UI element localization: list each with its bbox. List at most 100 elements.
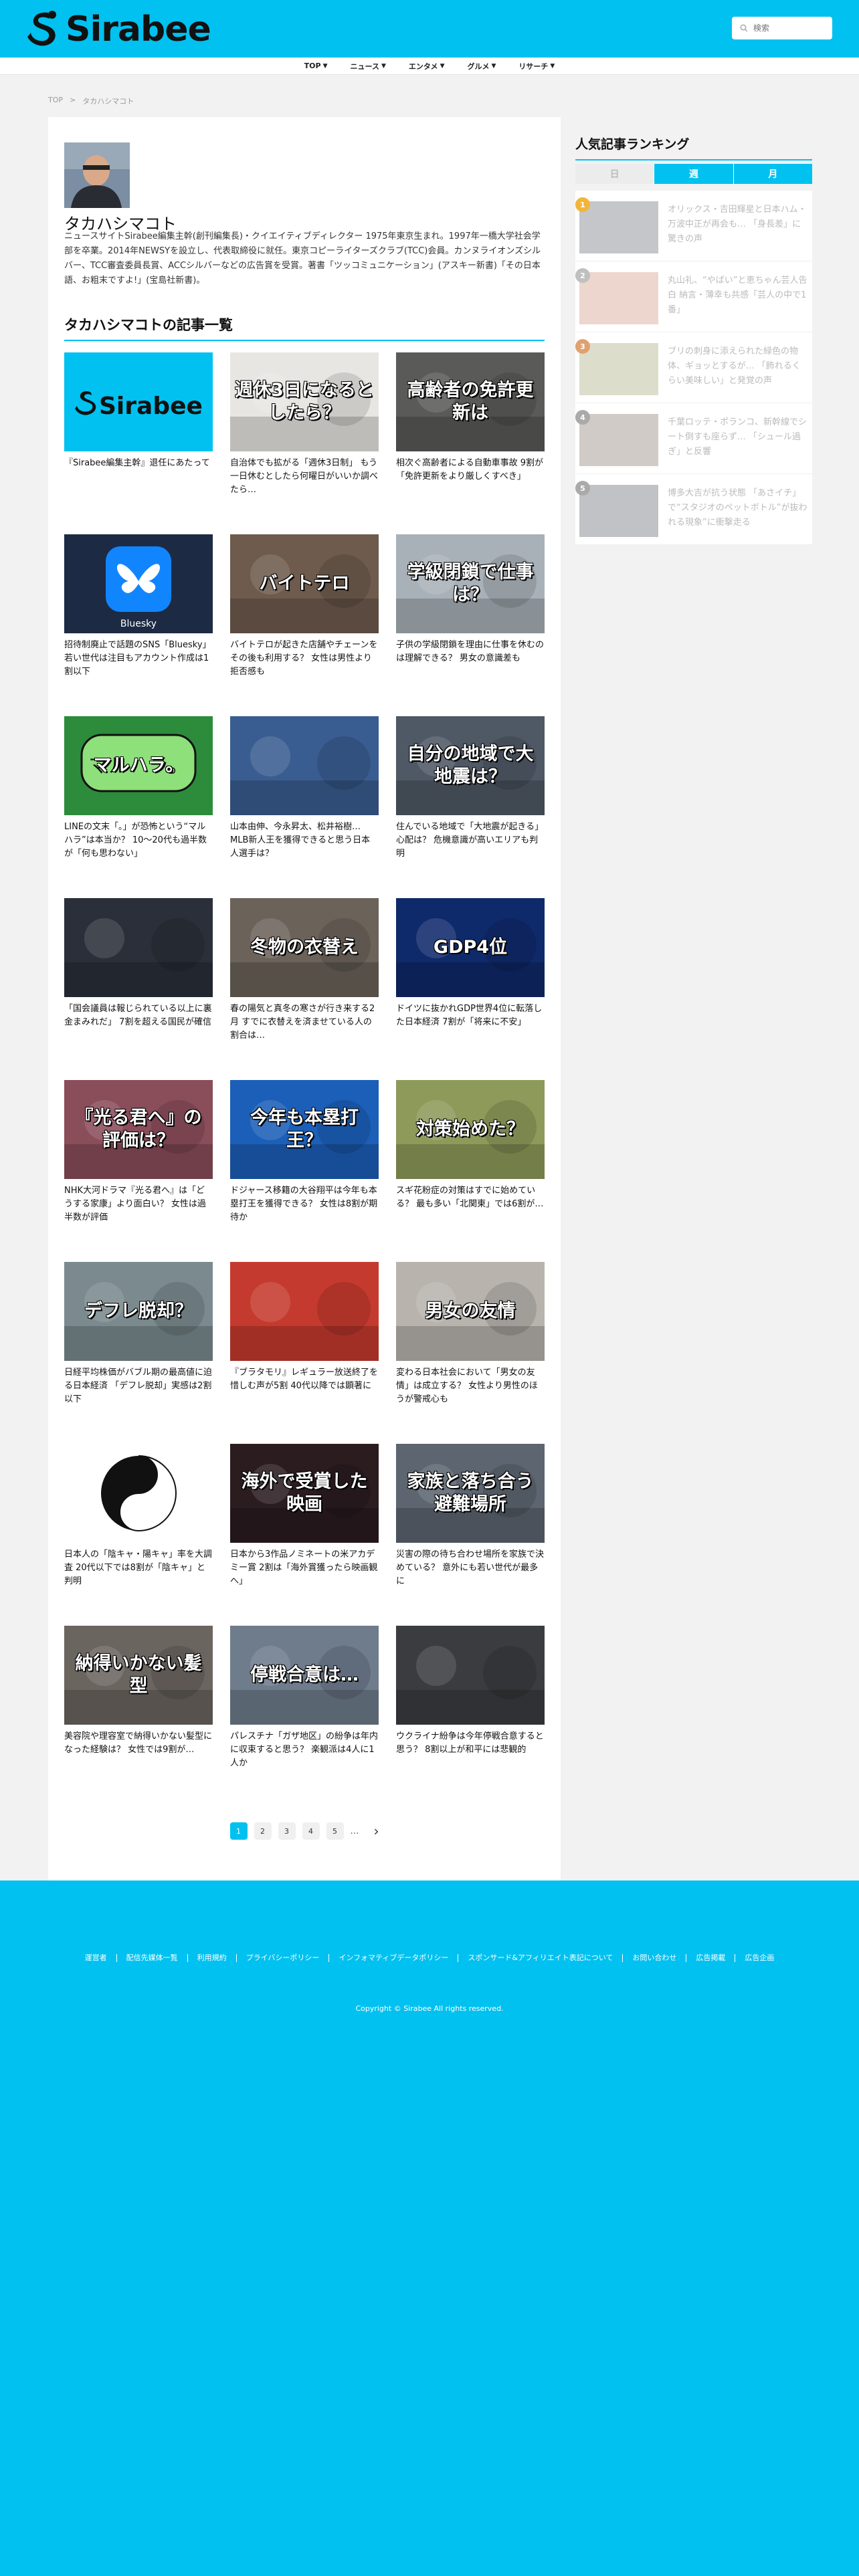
- article-title[interactable]: 『Sirabee編集主幹』退任にあたって: [64, 457, 213, 497]
- footer-link[interactable]: スポンサード&アフィリエイト表記について: [458, 1954, 624, 1962]
- article-thumbnail[interactable]: 『光る君へ』の評価は？: [64, 1080, 213, 1179]
- article-card[interactable]: ウクライナ紛争は今年停戦合意すると思う？ 8割以上が和平には悲観的: [396, 1626, 545, 1770]
- article-title[interactable]: 招待制廃止で話題のSNS「Bluesky」 若い世代は注目もアカウント作成は1割…: [64, 639, 213, 679]
- ranking-thumbnail[interactable]: [579, 343, 658, 395]
- footer-link[interactable]: お問い合わせ: [623, 1954, 687, 1962]
- article-card[interactable]: 学級閉鎖で仕事は？ 子供の学級閉鎖を理由に仕事を休むのは理解できる？ 男女の意識差…: [396, 534, 545, 679]
- article-card[interactable]: バイトテロ バイトテロが起きた店舗やチェーンをその後も利用する？ 女性は男性より拒…: [230, 534, 379, 679]
- article-title[interactable]: 子供の学級閉鎖を理由に仕事を休むのは理解できる？ 男女の意識差も: [396, 639, 545, 679]
- article-thumbnail[interactable]: マルハラ。 マルハラ。: [64, 716, 213, 815]
- ranking-thumbnail[interactable]: [579, 414, 658, 466]
- article-thumbnail[interactable]: 学級閉鎖で仕事は？: [396, 534, 545, 633]
- search-input[interactable]: [753, 18, 827, 38]
- article-thumbnail[interactable]: Bluesky: [64, 534, 213, 633]
- nav-item-entertainment[interactable]: エンタメ ▼: [409, 61, 445, 72]
- footer-link[interactable]: 配信先媒体一覧: [117, 1954, 188, 1962]
- footer-link[interactable]: 広告企画: [735, 1954, 783, 1962]
- article-thumbnail[interactable]: 男女の友情: [396, 1262, 545, 1361]
- article-card[interactable]: 山本由伸、今永昇太、松井裕樹… MLB新人王を獲得できると思う日本人選手は？: [230, 716, 379, 861]
- article-card[interactable]: デフレ脱却？ 日経平均株価がバブル期の最高値に迫る日本経済 「デフレ脱却」実感は2…: [64, 1262, 213, 1406]
- nav-item-research[interactable]: リサーチ ▼: [518, 61, 555, 72]
- ranking-title-text[interactable]: ブリの刺身に添えられた緑色の物体、ギョッとするが… 「飾れるくらい美味しい」と発…: [668, 344, 808, 389]
- article-card[interactable]: Bluesky 招待制廃止で話題のSNS「Bluesky」 若い世代は注目もアカウ…: [64, 534, 213, 679]
- nav-item-gourmet[interactable]: グルメ ▼: [467, 61, 496, 72]
- article-title[interactable]: NHK大河ドラマ『光る君へ』は「どうする家康」より面白い？ 女性は過半数が評価: [64, 1184, 213, 1224]
- article-card[interactable]: 停戦合意は… パレスチナ「ガザ地区」の紛争は年内に収束すると思う？ 楽観派は4人に…: [230, 1626, 379, 1770]
- footer-link[interactable]: 広告掲載: [686, 1954, 736, 1962]
- footer-link[interactable]: 運営者: [76, 1954, 117, 1962]
- search-box[interactable]: [732, 17, 832, 39]
- footer-link[interactable]: 利用規約: [188, 1954, 237, 1962]
- article-title[interactable]: 変わる日本社会において「男女の友情」は成立する？ 女性より男性のほうが警戒心も: [396, 1366, 545, 1406]
- article-card[interactable]: 日本人の「陰キャ・陽キャ」率を大調査 20代以下では8割が「陰キャ」と判明: [64, 1444, 213, 1588]
- ranking-thumbnail[interactable]: [579, 272, 658, 324]
- article-card[interactable]: Sirabee 『Sirabee編集主幹』退任にあたって: [64, 352, 213, 497]
- ranking-title-text[interactable]: 博多大吉が抗う状態 「あさイチ」で“スタジオのペットボトル”が抜われる現象”に衝…: [668, 486, 808, 530]
- article-thumbnail[interactable]: [64, 1444, 213, 1543]
- tab-month[interactable]: 月: [733, 164, 812, 184]
- article-title[interactable]: ウクライナ紛争は今年停戦合意すると思う？ 8割以上が和平には悲観的: [396, 1730, 545, 1770]
- article-card[interactable]: 今年も本塁打王？ ドジャース移籍の大谷翔平は今年も本塁打王を獲得できる？ 女性は8…: [230, 1080, 379, 1224]
- article-title[interactable]: 住んでいる地域で「大地震が起きる」心配は？ 危機意識が高いエリアも判明: [396, 821, 545, 861]
- article-card[interactable]: 海外で受賞した映画日本から3作品ノミネートの米アカデミー賞 2割は「海外賞獲った…: [230, 1444, 379, 1588]
- footer-link[interactable]: プライバシーポリシー: [237, 1954, 330, 1962]
- page-1-button[interactable]: 1: [229, 1822, 248, 1840]
- article-title[interactable]: スギ花粉症の対策はすでに始めている？ 最も多い「北関東」では6割が…: [396, 1184, 545, 1224]
- article-thumbnail[interactable]: Sirabee: [64, 352, 213, 451]
- ranking-item[interactable]: 1 オリックス・吉田輝星と日本ハム・万波中正が再会も… 「身長差」に驚きの声: [575, 191, 812, 261]
- article-title[interactable]: 自治体でも拡がる「週休3日制」 もう一日休むとしたら何曜日がいいか調べたら…: [230, 457, 379, 497]
- article-thumbnail[interactable]: 納得いかない髪型: [64, 1626, 213, 1725]
- article-thumbnail[interactable]: [64, 898, 213, 997]
- footer-link[interactable]: インフォマティブデータポリシー: [329, 1954, 459, 1962]
- article-thumbnail[interactable]: 停戦合意は…: [230, 1626, 379, 1725]
- ranking-title-text[interactable]: 千葉ロッテ・ポランコ、新幹線でシート倒すも座らず… 「シュール過ぎ」と反響: [668, 415, 808, 459]
- ranking-title-text[interactable]: オリックス・吉田輝星と日本ハム・万波中正が再会も… 「身長差」に驚きの声: [668, 203, 808, 247]
- article-card[interactable]: 週休3日になるとしたら？ 自治体でも拡がる「週休3日制」 もう一日休むとしたら何曜…: [230, 352, 379, 497]
- article-title[interactable]: 日経平均株価がバブル期の最高値に迫る日本経済 「デフレ脱却」実感は2割以下: [64, 1366, 213, 1406]
- ranking-title-text[interactable]: 丸山礼、“やばい”と恵ちゃん芸人告白 納言・薄幸も共感「芸人の中で1番」: [668, 274, 808, 318]
- ranking-item[interactable]: 5 博多大吉が抗う状態 「あさイチ」で“スタジオのペットボトル”が抜われる現象”に…: [575, 474, 812, 545]
- article-thumbnail[interactable]: 家族と落ち合う避難場所: [396, 1444, 545, 1543]
- article-title[interactable]: 日本から3作品ノミネートの米アカデミー賞 2割は「海外賞獲ったら映画観へ」: [230, 1548, 379, 1588]
- breadcrumb-home[interactable]: TOP: [48, 96, 63, 106]
- article-title[interactable]: 災害の際の待ち合わせ場所を家族で決めている？ 意外にも若い世代が最多に: [396, 1548, 545, 1588]
- article-card[interactable]: 「国会議員は報じられている以上に裏金まみれだ」 7割を超える国民が確信: [64, 898, 213, 1043]
- article-card[interactable]: 高齢者の免許更新は 相次ぐ高齢者による自動車事故 9割が「免許更新をより厳しくすべ…: [396, 352, 545, 497]
- article-title[interactable]: 春の陽気と真冬の寒さが行き来する2月 すでに衣替えを済ませている人の割合は…: [230, 1002, 379, 1043]
- page-4-button[interactable]: 4: [302, 1822, 320, 1840]
- ranking-item[interactable]: 3 ブリの刺身に添えられた緑色の物体、ギョッとするが… 「飾れるくらい美味しい」と…: [575, 332, 812, 403]
- next-page-icon[interactable]: ›: [374, 1823, 379, 1839]
- page-3-button[interactable]: 3: [278, 1822, 296, 1840]
- nav-item-news[interactable]: ニュース ▼: [351, 61, 386, 72]
- article-thumbnail[interactable]: 自分の地域で大地震は？: [396, 716, 545, 815]
- ranking-thumbnail[interactable]: [579, 485, 658, 537]
- article-card[interactable]: 自分の地域で大地震は？ 住んでいる地域で「大地震が起きる」心配は？ 危機意識が高い…: [396, 716, 545, 861]
- article-title[interactable]: ドジャース移籍の大谷翔平は今年も本塁打王を獲得できる？ 女性は8割が期待か: [230, 1184, 379, 1224]
- article-thumbnail[interactable]: [230, 716, 379, 815]
- article-card[interactable]: 『ブラタモリ』レギュラー放送終了を惜しむ声が5割 40代以降では顕著に: [230, 1262, 379, 1406]
- article-thumbnail[interactable]: デフレ脱却？: [64, 1262, 213, 1361]
- article-thumbnail[interactable]: 対策始めた？: [396, 1080, 545, 1179]
- article-thumbnail[interactable]: 海外で受賞した映画: [230, 1444, 379, 1543]
- article-card[interactable]: 冬物の衣替え 春の陽気と真冬の寒さが行き来する2月 すでに衣替えを済ませている人の…: [230, 898, 379, 1043]
- article-title[interactable]: LINEの文末「。」が恐怖という“マルハラ”は本当か？ 10〜20代も過半数が「…: [64, 821, 213, 861]
- article-card[interactable]: GDP4位 ドイツに抜かれGDP世界4位に転落した日本経済 7割が「将来に不安」: [396, 898, 545, 1043]
- site-logo[interactable]: Sirabee: [25, 9, 211, 49]
- article-title[interactable]: 『ブラタモリ』レギュラー放送終了を惜しむ声が5割 40代以降では顕著に: [230, 1366, 379, 1406]
- article-thumbnail[interactable]: [396, 1626, 545, 1725]
- article-title[interactable]: 山本由伸、今永昇太、松井裕樹… MLB新人王を獲得できると思う日本人選手は？: [230, 821, 379, 861]
- article-title[interactable]: 美容院や理容室で納得いかない髪型になった経験は？ 女性では9割が…: [64, 1730, 213, 1770]
- article-title[interactable]: 「国会議員は報じられている以上に裏金まみれだ」 7割を超える国民が確信: [64, 1002, 213, 1043]
- tab-day[interactable]: 日: [575, 164, 654, 184]
- article-title[interactable]: ドイツに抜かれGDP世界4位に転落した日本経済 7割が「将来に不安」: [396, 1002, 545, 1043]
- tab-week[interactable]: 週: [654, 164, 733, 184]
- article-card[interactable]: 家族と落ち合う避難場所災害の際の待ち合わせ場所を家族で決めている？ 意外にも若い…: [396, 1444, 545, 1588]
- page-5-button[interactable]: 5: [326, 1822, 344, 1840]
- article-thumbnail[interactable]: バイトテロ: [230, 534, 379, 633]
- ranking-item[interactable]: 2 丸山礼、“やばい”と恵ちゃん芸人告白 納言・薄幸も共感「芸人の中で1番」: [575, 261, 812, 332]
- article-thumbnail[interactable]: [230, 1262, 379, 1361]
- article-thumbnail[interactable]: 高齢者の免許更新は: [396, 352, 545, 451]
- ranking-item[interactable]: 4 千葉ロッテ・ポランコ、新幹線でシート倒すも座らず… 「シュール過ぎ」と反響: [575, 403, 812, 474]
- article-thumbnail[interactable]: 今年も本塁打王？: [230, 1080, 379, 1179]
- article-card[interactable]: 対策始めた？ スギ花粉症の対策はすでに始めている？ 最も多い「北関東」では6割が…: [396, 1080, 545, 1224]
